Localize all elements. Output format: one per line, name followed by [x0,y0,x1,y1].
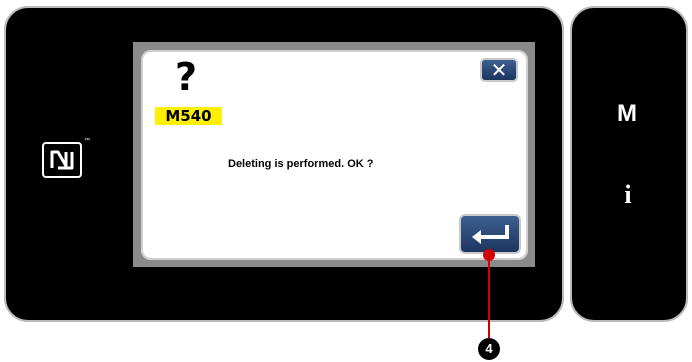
device-panel: ™ M i ? M540 Deleting is performed. OK ?… [0,0,692,332]
info-button[interactable]: i [614,180,642,210]
side-bezel [570,6,688,322]
callout-line [488,254,490,339]
question-mark-icon: ? [175,55,198,99]
dialog-message: Deleting is performed. OK ? [228,158,374,170]
callout-dot [483,249,495,261]
message-code-badge: M540 [155,107,222,125]
close-button[interactable]: ✕ [480,58,518,82]
nfc-icon [42,142,82,178]
confirm-dialog: ? M540 Deleting is performed. OK ? ✕ [141,50,528,260]
close-icon: ✕ [490,58,508,82]
menu-button[interactable]: M [612,100,642,128]
enter-button[interactable] [459,214,521,254]
nfc-trademark: ™ [84,138,90,144]
enter-return-icon [472,225,509,244]
callout-number: 4 [478,338,500,360]
